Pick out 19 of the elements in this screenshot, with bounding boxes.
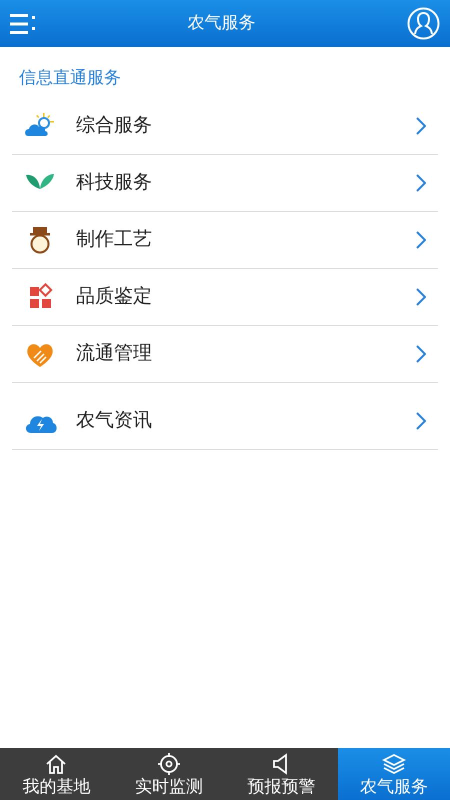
list-item[interactable]: 品质鉴定 xyxy=(12,268,438,326)
menu-icon[interactable] xyxy=(10,12,36,34)
user-avatar-icon[interactable] xyxy=(407,7,440,40)
list-item[interactable]: 农气资讯 xyxy=(12,392,438,450)
list-item[interactable]: 制作工艺 xyxy=(12,212,438,268)
list-item[interactable]: 流通管理 xyxy=(12,326,438,382)
crosshair-icon xyxy=(156,752,181,776)
chevron-right-icon xyxy=(416,174,426,192)
chevron-right-icon xyxy=(416,230,426,248)
tab[interactable]: 农气服务 xyxy=(338,748,450,800)
header-title: 农气服务 xyxy=(188,12,256,35)
layers-icon xyxy=(382,752,406,776)
chevron-right-icon xyxy=(416,412,426,430)
chevron-right-icon xyxy=(416,344,426,362)
list-item[interactable]: 综合服务 xyxy=(12,98,438,154)
chevron-right-icon xyxy=(416,288,426,306)
list-item[interactable]: 科技服务 xyxy=(12,154,438,212)
chevron-right-icon xyxy=(416,116,426,134)
section-title: 信息直通服务 xyxy=(19,67,121,90)
